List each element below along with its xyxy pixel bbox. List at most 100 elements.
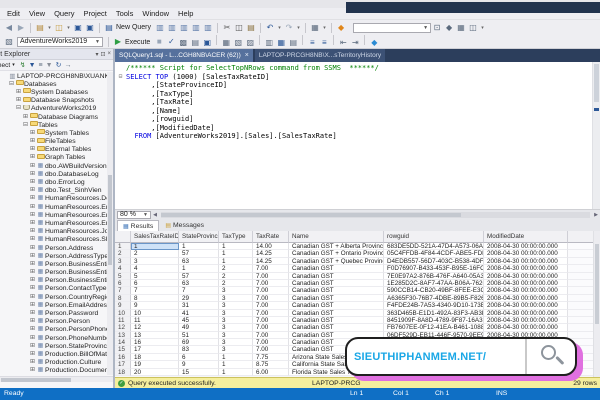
expand-icon[interactable]: ⊞ <box>29 351 36 358</box>
expand-icon[interactable]: ⊞ <box>29 310 36 317</box>
grid-cell[interactable]: 9 <box>179 361 219 369</box>
expand-icon[interactable]: ⊞ <box>29 179 36 186</box>
grid-cell[interactable]: 3 <box>219 324 253 332</box>
expand-icon[interactable]: ⊞ <box>29 130 36 137</box>
grid-cell[interactable]: 3 <box>219 309 253 317</box>
grid-row-number[interactable]: 12 <box>115 324 131 332</box>
save-icon[interactable]: ▣ <box>73 23 83 33</box>
grid-cell[interactable]: 363D465B-E1D1-492A-83F3-AB3E9CBF3282 <box>384 309 484 317</box>
grid-header-cell[interactable]: ModifiedDate <box>484 231 568 243</box>
client-statistics-icon[interactable]: ▨ <box>245 38 255 48</box>
grid-cell[interactable]: Canadian GST <box>289 324 384 332</box>
close-icon[interactable]: × <box>245 52 249 59</box>
grid-cell[interactable]: 3 <box>219 346 253 354</box>
tree-item[interactable]: ⊞ ▦ Person.CountryRegion <box>0 293 113 301</box>
grid-cell[interactable]: A6365F30-76B7-4DBE-89B5-F8260560126B <box>384 294 484 303</box>
expand-icon[interactable]: ⊞ <box>29 146 36 153</box>
expand-icon[interactable]: ⊞ <box>29 253 36 260</box>
grid-cell[interactable]: 14.00 <box>253 243 289 251</box>
grid-cell[interactable]: F4FDE24B-7A53-4340-9D10-173E9424B64A <box>384 302 484 310</box>
tree-item[interactable]: ⊟ Databases <box>0 80 113 88</box>
grid-row-number[interactable]: 13 <box>115 331 131 340</box>
expand-icon[interactable]: ⊞ <box>15 97 22 104</box>
grid-cell[interactable]: 3 <box>219 302 253 310</box>
close-icon[interactable]: × <box>107 51 111 58</box>
grid-cell[interactable]: 2008-04-30 00:00:00.000 <box>484 243 568 251</box>
grid-cell[interactable]: 7.00 <box>253 324 289 332</box>
menu-view[interactable]: View <box>29 9 45 18</box>
grid-cell[interactable]: 2 <box>219 272 253 280</box>
highlight-icon-2[interactable]: ◆ <box>369 38 379 48</box>
grid-cell[interactable]: 8.75 <box>253 361 289 369</box>
database-query-icon-3[interactable]: ▥ <box>179 23 189 33</box>
grid-cell[interactable]: 1 <box>179 243 219 251</box>
grid-cell[interactable]: 16 <box>131 339 179 347</box>
tree-item[interactable]: ⊞ ▦ dbo.ErrorLog <box>0 178 113 186</box>
sql-editor[interactable]: /****** Script for SelectTopNRows comman… <box>115 62 600 209</box>
tree-item[interactable]: ⊞ System Databases <box>0 88 113 96</box>
grid-cell[interactable]: 7.00 <box>253 287 289 295</box>
paste-icon[interactable]: ▤ <box>246 23 256 33</box>
grid-cell[interactable]: 2008-04-30 00:00:00.000 <box>484 265 568 273</box>
refresh-icon[interactable]: ↻ <box>56 61 62 69</box>
grid-cell[interactable]: 1 <box>219 243 253 251</box>
grid-cell[interactable]: 7.00 <box>253 316 289 325</box>
tree-item[interactable]: ⊟ AdventureWorks2019 <box>0 104 113 113</box>
grid-row-number[interactable]: 9 <box>115 302 131 310</box>
tree-item[interactable]: ⊞▦HumanResources.EmployeeDepartmentHisto… <box>0 211 113 219</box>
grid-cell[interactable]: 20 <box>131 368 179 377</box>
new-file-icon[interactable]: ▤ <box>35 23 45 33</box>
intellisense-enabled-icon[interactable]: ▣ <box>202 38 212 48</box>
grid-row-number[interactable]: 18 <box>115 368 131 377</box>
grid-cell[interactable]: 5 <box>131 272 179 280</box>
database-query-icon-2[interactable]: ▥ <box>167 23 177 33</box>
grid-row-number[interactable]: 5 <box>115 272 131 280</box>
tree-item[interactable]: ⊞ External Tables <box>0 145 113 154</box>
grid-row-number[interactable]: 10 <box>115 309 131 317</box>
expand-icon[interactable]: ⊞ <box>29 212 36 219</box>
grid-cell[interactable]: Canadian GST <box>289 279 384 288</box>
toolbox-icon[interactable]: ▦ <box>456 23 466 33</box>
tree-item[interactable]: ⊞▦Person.PhoneNumberType <box>0 334 113 342</box>
scrollbar-thumb[interactable] <box>161 212 461 217</box>
expand-icon[interactable]: ⊞ <box>29 294 36 301</box>
tree-item[interactable]: ⊞ ▦ Person.PersonPhone <box>0 326 113 334</box>
increase-indent-icon[interactable]: ⇥ <box>350 38 360 48</box>
grid-cell[interactable]: 57 <box>179 250 219 258</box>
expand-icon[interactable]: ⊞ <box>29 367 36 374</box>
expand-icon[interactable]: ⊞ <box>29 285 36 292</box>
grid-cell[interactable]: 2008-04-30 00:00:00.000 <box>484 316 568 325</box>
grid-cell[interactable]: 6 <box>131 279 179 288</box>
expand-icon[interactable]: ⊞ <box>29 220 36 227</box>
grid-row-number[interactable]: 2 <box>115 250 131 258</box>
monitor-icon[interactable]: ◫ <box>468 23 478 33</box>
grid-row-number[interactable]: 4 <box>115 265 131 273</box>
grid-cell[interactable]: 83 <box>179 346 219 354</box>
scrollbar-thumb[interactable] <box>594 64 599 102</box>
grid-cell[interactable]: 1 <box>219 257 253 266</box>
grid-header-cell[interactable]: StateProvinceID <box>179 231 219 243</box>
grid-cell[interactable]: Canadian GST <box>289 294 384 303</box>
grid-cell[interactable]: 69 <box>179 339 219 347</box>
grid-cell[interactable]: 7.00 <box>253 309 289 317</box>
grid-cell[interactable]: Canadian GST <box>289 265 384 273</box>
grid-cell[interactable]: 4 <box>131 265 179 273</box>
grid-row-number[interactable]: 15 <box>115 346 131 354</box>
grid-header-cell[interactable]: Name <box>289 231 384 243</box>
grid-cell[interactable]: 29 <box>179 294 219 303</box>
grid-header-cell[interactable]: rowguid <box>384 231 484 243</box>
grid-cell[interactable]: 2 <box>219 265 253 273</box>
grid-cell[interactable]: 13 <box>131 331 179 340</box>
expand-icon[interactable]: ⊞ <box>29 236 36 243</box>
grid-row-number[interactable]: 3 <box>115 257 131 266</box>
expand-icon[interactable]: ⊞ <box>29 302 36 309</box>
new-file-dropdown-icon[interactable]: ▾ <box>47 23 52 33</box>
highlight-icon[interactable]: ◆ <box>336 23 346 33</box>
grid-cell[interactable]: 9 <box>131 302 179 310</box>
cut-icon[interactable]: ✂ <box>222 23 232 33</box>
database-query-icon-4[interactable]: ▥ <box>191 23 201 33</box>
redo-icon[interactable]: ↷ <box>284 23 294 33</box>
grid-row-number[interactable]: 8 <box>115 294 131 303</box>
expand-icon[interactable]: ⊞ <box>29 269 36 276</box>
wrench-icon[interactable]: ◆ <box>444 23 454 33</box>
